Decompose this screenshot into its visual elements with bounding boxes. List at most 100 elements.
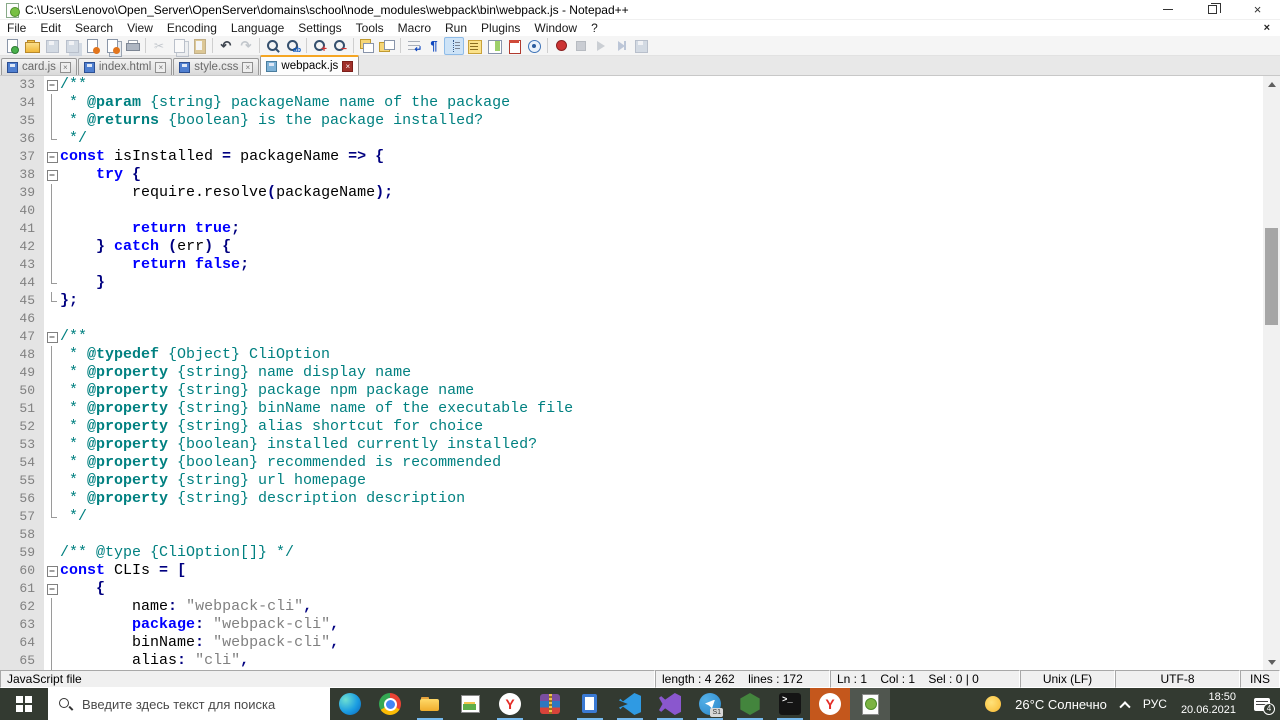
cut-button[interactable] <box>149 37 169 55</box>
menu-item-settings[interactable]: Settings <box>291 20 348 36</box>
close-document-x[interactable]: × <box>1254 22 1280 34</box>
tab-close-icon[interactable]: × <box>155 61 167 73</box>
record-macro-button[interactable] <box>551 37 571 55</box>
tab-close-icon[interactable]: × <box>59 61 71 73</box>
language-indicator[interactable]: РУС <box>1143 697 1167 711</box>
menu-item-edit[interactable]: Edit <box>33 20 68 36</box>
menu-item-search[interactable]: Search <box>68 20 120 36</box>
close-all-button[interactable] <box>102 37 122 55</box>
show-all-characters-button[interactable] <box>424 37 444 55</box>
clock-date: 20.06.2021 <box>1180 704 1236 716</box>
save-all-button[interactable] <box>62 37 82 55</box>
vscode-taskbar-button[interactable] <box>610 688 650 720</box>
fold-collapse-icon[interactable] <box>44 148 60 166</box>
fold-collapse-icon[interactable] <box>44 328 60 346</box>
menu-item-tools[interactable]: Tools <box>349 20 391 36</box>
zoom-in-button[interactable] <box>310 37 330 55</box>
start-button[interactable] <box>0 688 48 720</box>
file-explorer-taskbar-button[interactable] <box>410 688 450 720</box>
open-file-button[interactable] <box>22 37 42 55</box>
find-button[interactable] <box>263 37 283 55</box>
undo-button[interactable] <box>216 37 236 55</box>
scroll-up-button[interactable] <box>1263 76 1280 92</box>
save-all-icon <box>64 38 80 54</box>
weather-text[interactable]: 26°C Солнечно <box>1015 697 1107 712</box>
window-controls: × <box>1145 0 1280 20</box>
visual-studio-taskbar-button[interactable] <box>650 688 690 720</box>
status-encoding[interactable]: UTF-8 <box>1115 670 1240 688</box>
word-wrap-button[interactable] <box>404 37 424 55</box>
chrome-taskbar-button[interactable] <box>370 688 410 720</box>
menu-item-macro[interactable]: Macro <box>391 20 438 36</box>
menu-item-plugins[interactable]: Plugins <box>474 20 527 36</box>
copy-button[interactable] <box>169 37 189 55</box>
code-lines-area[interactable]: 33/** 34 * @param {string} packageName na… <box>0 76 1263 670</box>
menu-bar: File Edit Search View Encoding Language Settin… <box>0 20 1280 36</box>
close-file-button[interactable] <box>82 37 102 55</box>
fold-collapse-icon[interactable] <box>44 580 60 598</box>
tab-card-js[interactable]: card.js × <box>1 58 77 75</box>
print-button[interactable] <box>122 37 142 55</box>
nodejs-taskbar-button[interactable] <box>730 688 770 720</box>
menu-item-file[interactable]: File <box>0 20 33 36</box>
image-editor-taskbar-button[interactable] <box>450 688 490 720</box>
taskbar-search[interactable]: Введите здесь текст для поиска <box>48 688 330 720</box>
menu-item-language[interactable]: Language <box>224 20 291 36</box>
menu-item-run[interactable]: Run <box>438 20 474 36</box>
paste-button[interactable] <box>189 37 209 55</box>
notification-center-icon[interactable]: 4 <box>1254 697 1275 715</box>
menu-item-help[interactable]: ? <box>584 20 605 36</box>
tab-close-icon[interactable]: × <box>342 60 354 72</box>
minimize-button[interactable] <box>1145 0 1190 20</box>
clock[interactable]: 18:50 20.06.2021 <box>1181 691 1236 717</box>
yandex-browser-window-taskbar-button[interactable] <box>810 688 850 720</box>
tab-style-css[interactable]: style.css × <box>173 58 260 75</box>
menu-item-encoding[interactable]: Encoding <box>160 20 224 36</box>
indent-guides-button[interactable] <box>444 36 464 55</box>
line-number: 52 <box>0 418 44 436</box>
status-eol-format[interactable]: Unix (LF) <box>1020 670 1115 688</box>
save-macro-button[interactable] <box>631 37 651 55</box>
play-macro-button[interactable] <box>591 37 611 55</box>
telegram-taskbar-button[interactable]: S1 <box>690 688 730 720</box>
vertical-scrollbar[interactable] <box>1263 76 1280 670</box>
tab-webpack-js[interactable]: webpack.js × <box>260 55 360 75</box>
toolbar-separator <box>547 38 548 53</box>
fold-collapse-icon[interactable] <box>44 562 60 580</box>
fold-collapse-icon[interactable] <box>44 76 60 94</box>
sync-vertical-button[interactable] <box>357 37 377 55</box>
code-editor[interactable]: 33/** 34 * @param {string} packageName na… <box>0 76 1280 670</box>
edge-taskbar-button[interactable] <box>330 688 370 720</box>
replace-button[interactable] <box>283 37 303 55</box>
run-macro-multiple-button[interactable] <box>611 37 631 55</box>
weather-sun-icon[interactable] <box>985 696 1002 712</box>
sync-horizontal-button[interactable] <box>377 37 397 55</box>
tray-expand-chevron-icon[interactable] <box>1119 701 1131 713</box>
scroll-down-button[interactable] <box>1263 654 1280 670</box>
toolbar-separator <box>400 38 401 53</box>
function-list-button[interactable] <box>464 37 484 55</box>
terminal-taskbar-button[interactable] <box>770 688 810 720</box>
notepad-plus-plus-taskbar-button[interactable] <box>850 688 890 720</box>
redo-button[interactable] <box>236 37 256 55</box>
document-list-button[interactable] <box>504 37 524 55</box>
maximize-button[interactable] <box>1190 0 1235 20</box>
stop-macro-button[interactable] <box>571 37 591 55</box>
status-insert-mode[interactable]: INS <box>1240 670 1280 688</box>
document-map-button[interactable] <box>484 37 504 55</box>
notepad-taskbar-button[interactable] <box>570 688 610 720</box>
tab-index-html[interactable]: index.html × <box>77 58 173 75</box>
save-file-button[interactable] <box>42 37 62 55</box>
tab-close-icon[interactable]: × <box>242 61 254 73</box>
monitoring-button[interactable] <box>524 37 544 55</box>
yandex-browser-taskbar-button[interactable] <box>490 688 530 720</box>
fold-collapse-icon[interactable] <box>44 166 60 184</box>
new-file-button[interactable] <box>2 37 22 55</box>
menu-item-window[interactable]: Window <box>527 20 584 36</box>
zoom-out-button[interactable] <box>330 37 350 55</box>
code-line: 40 <box>0 202 1263 220</box>
close-button[interactable]: × <box>1235 0 1280 20</box>
scrollbar-thumb[interactable] <box>1265 228 1278 325</box>
menu-item-view[interactable]: View <box>120 20 160 36</box>
winrar-taskbar-button[interactable] <box>530 688 570 720</box>
